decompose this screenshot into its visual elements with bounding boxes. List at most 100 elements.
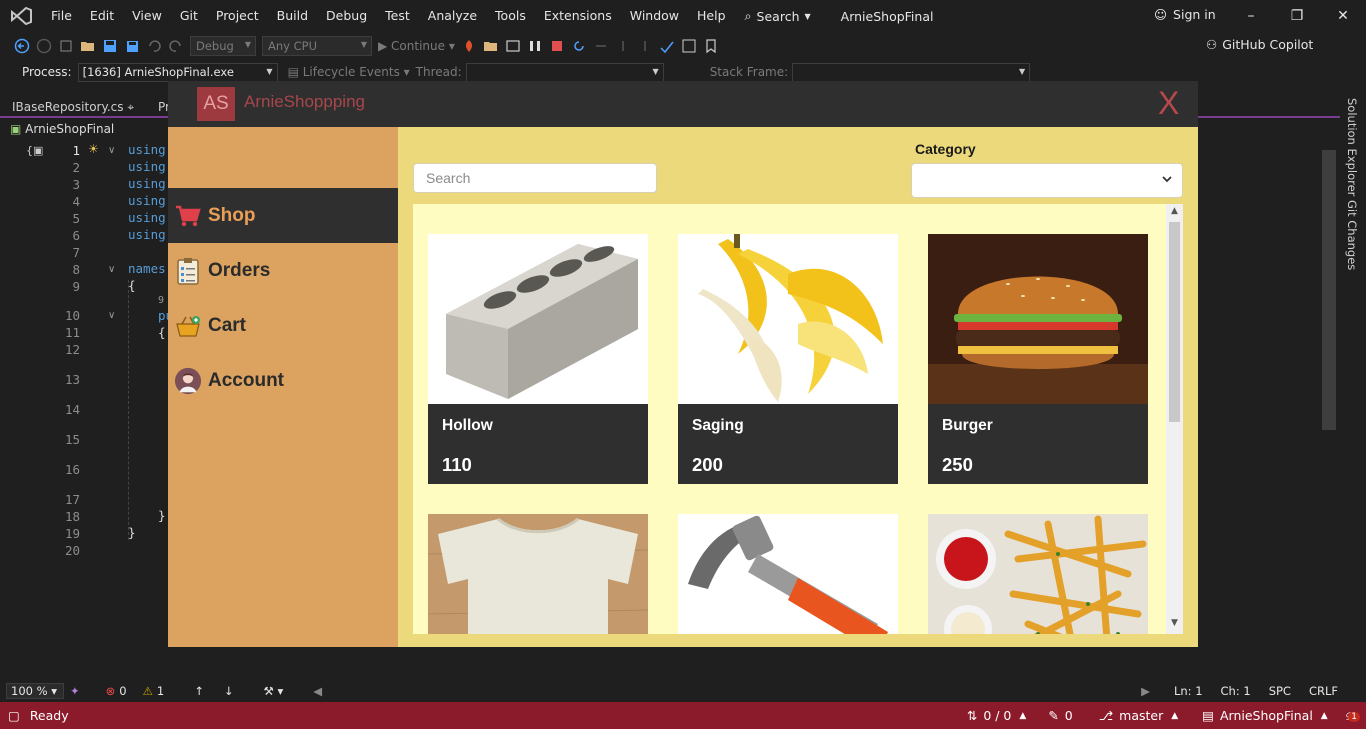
column-indicator[interactable]: Ch: 1 <box>1221 684 1251 698</box>
product-card[interactable]: Saging 200 <box>678 234 898 484</box>
intellicode-icon[interactable]: ✦ <box>70 684 80 698</box>
zoom-dropdown[interactable]: 100 % ▾ <box>6 683 64 699</box>
product-card[interactable]: Hollow 110 <box>428 234 648 484</box>
lightbulb-icon[interactable]: ☀ <box>88 142 99 156</box>
back-nav-icon[interactable] <box>14 38 30 54</box>
product-card[interactable] <box>678 514 898 634</box>
redo-icon[interactable] <box>168 38 184 54</box>
solution-explorer-tab[interactable]: Solution Explorer <box>1345 98 1359 196</box>
forward-nav-icon[interactable] <box>36 38 52 54</box>
minimize-icon: – <box>1247 8 1255 24</box>
stackframe-dropdown[interactable]: ▼ <box>792 62 1031 82</box>
menu-extensions[interactable]: Extensions <box>535 0 621 32</box>
pending-changes-count[interactable]: 0 <box>1065 708 1073 723</box>
product-card[interactable] <box>928 514 1148 634</box>
arrow-up-icon[interactable]: ↑ <box>194 684 204 698</box>
platform-dropdown[interactable]: Any CPU ▼ <box>262 36 372 56</box>
nav-orders[interactable]: Orders <box>168 243 398 298</box>
scroll-up-icon[interactable]: ▲ <box>1169 206 1180 218</box>
minimize-button[interactable]: – <box>1228 0 1274 32</box>
pencil-icon[interactable]: ✎ <box>1048 708 1058 723</box>
sync-count[interactable]: 0 / 0 <box>983 708 1011 723</box>
line-number: 4 <box>72 194 80 209</box>
scroll-down-icon[interactable]: ▼ <box>1169 618 1180 630</box>
menu-test[interactable]: Test <box>376 0 419 32</box>
product-name: Saging <box>692 417 744 434</box>
breakpoint-icon[interactable] <box>681 38 697 54</box>
step-over-icon[interactable] <box>593 38 609 54</box>
project-nav-dropdown[interactable]: ▣ ArnieShopFinal <box>10 122 114 136</box>
menu-git[interactable]: Git <box>171 0 207 32</box>
continue-button[interactable]: ▶ Continue ▾ <box>378 39 455 53</box>
menu-help[interactable]: Help <box>688 0 735 32</box>
pin-icon[interactable]: ⌖ <box>127 100 134 114</box>
app-close-button[interactable]: X <box>1158 85 1179 121</box>
quick-actions-icon[interactable]: {▣ <box>26 144 43 157</box>
lifecycle-events-button[interactable]: ▤ Lifecycle Events ▾ <box>288 65 410 79</box>
menu-edit[interactable]: Edit <box>81 0 123 32</box>
category-dropdown[interactable] <box>911 163 1183 198</box>
restart-icon[interactable] <box>571 38 587 54</box>
signin-button[interactable]: ☺ Sign in <box>1154 7 1216 22</box>
folder-icon[interactable] <box>483 38 499 54</box>
menu-project[interactable]: Project <box>207 0 268 32</box>
fold-toggle-icon[interactable]: ∨ <box>108 145 115 156</box>
scroll-left-icon[interactable]: ◀ <box>313 684 322 698</box>
menu-tools[interactable]: Tools <box>486 0 535 32</box>
undo-icon[interactable] <box>146 38 162 54</box>
fold-toggle-icon[interactable]: ∨ <box>108 264 115 275</box>
menu-window[interactable]: Window <box>621 0 688 32</box>
repo-name[interactable]: ArnieShopFinal <box>1220 708 1313 723</box>
branch-name[interactable]: master <box>1119 708 1163 723</box>
menu-file[interactable]: File <box>42 0 81 32</box>
close-window-button[interactable]: ✕ <box>1320 0 1366 32</box>
visual-studio-logo-icon[interactable] <box>10 7 32 25</box>
nav-account[interactable]: Account <box>168 353 398 408</box>
line-ending-indicator[interactable]: CRLF <box>1309 684 1338 698</box>
spell-check-icon[interactable] <box>659 38 675 54</box>
bookmark-icon[interactable] <box>703 38 719 54</box>
sync-icon[interactable]: ⇅ <box>967 708 977 723</box>
arrow-down-icon[interactable]: ↓ <box>224 684 234 698</box>
product-card[interactable]: Burger 250 <box>928 234 1148 484</box>
scroll-right-icon[interactable]: ▶ <box>1141 684 1150 698</box>
error-icon[interactable]: ⊗ <box>106 684 116 698</box>
code-cleanup-icon[interactable]: ⚒ ▾ <box>264 684 284 698</box>
git-changes-tab[interactable]: Git Changes <box>1345 200 1359 270</box>
save-all-icon[interactable] <box>124 38 140 54</box>
config-dropdown[interactable]: Debug ▼ <box>190 36 256 56</box>
github-copilot-button[interactable]: ⚇ GitHub Copilot <box>1206 37 1313 52</box>
nav-cart[interactable]: Cart <box>168 298 398 353</box>
product-grid-scrollbar[interactable]: ▲ ▼ <box>1166 204 1183 634</box>
editor-scroll-thumb[interactable] <box>1322 150 1336 430</box>
thread-dropdown[interactable]: ▼ <box>465 62 664 82</box>
tab-ibaserepository[interactable]: IBaseRepository.cs ⌖ <box>4 96 142 118</box>
menu-debug[interactable]: Debug <box>317 0 376 32</box>
product-grid-scroll-thumb[interactable] <box>1169 222 1180 422</box>
line-number: 3 <box>72 177 80 192</box>
product-card[interactable] <box>428 514 648 634</box>
menu-analyze[interactable]: Analyze <box>419 0 486 32</box>
step-out-icon[interactable] <box>637 38 653 54</box>
open-folder-icon[interactable] <box>80 38 96 54</box>
notifications-bell-icon[interactable]: ⍾1 <box>1346 708 1360 724</box>
fold-toggle-icon[interactable]: ∨ <box>108 310 115 321</box>
product-search-input[interactable]: Search <box>413 163 657 193</box>
line-indicator[interactable]: Ln: 1 <box>1174 684 1203 698</box>
window-icon[interactable] <box>505 38 521 54</box>
whitespace-indicator[interactable]: SPC <box>1269 684 1291 698</box>
menu-search[interactable]: ⌕ Search ▼ <box>735 8 821 24</box>
hot-reload-icon[interactable] <box>461 38 477 54</box>
warning-icon[interactable]: ⚠ <box>143 684 153 698</box>
save-icon[interactable] <box>102 38 118 54</box>
editor-scrollbar[interactable] <box>1318 140 1340 680</box>
new-item-icon[interactable] <box>58 38 74 54</box>
menu-build[interactable]: Build <box>268 0 317 32</box>
step-into-icon[interactable] <box>615 38 631 54</box>
restore-button[interactable]: ❐ <box>1274 0 1320 32</box>
stop-icon[interactable] <box>549 38 565 54</box>
nav-shop[interactable]: Shop <box>168 188 398 243</box>
process-dropdown[interactable]: [1636] ArnieShopFinal.exe ▼ <box>77 62 278 82</box>
pause-icon[interactable] <box>527 38 543 54</box>
menu-view[interactable]: View <box>123 0 171 32</box>
